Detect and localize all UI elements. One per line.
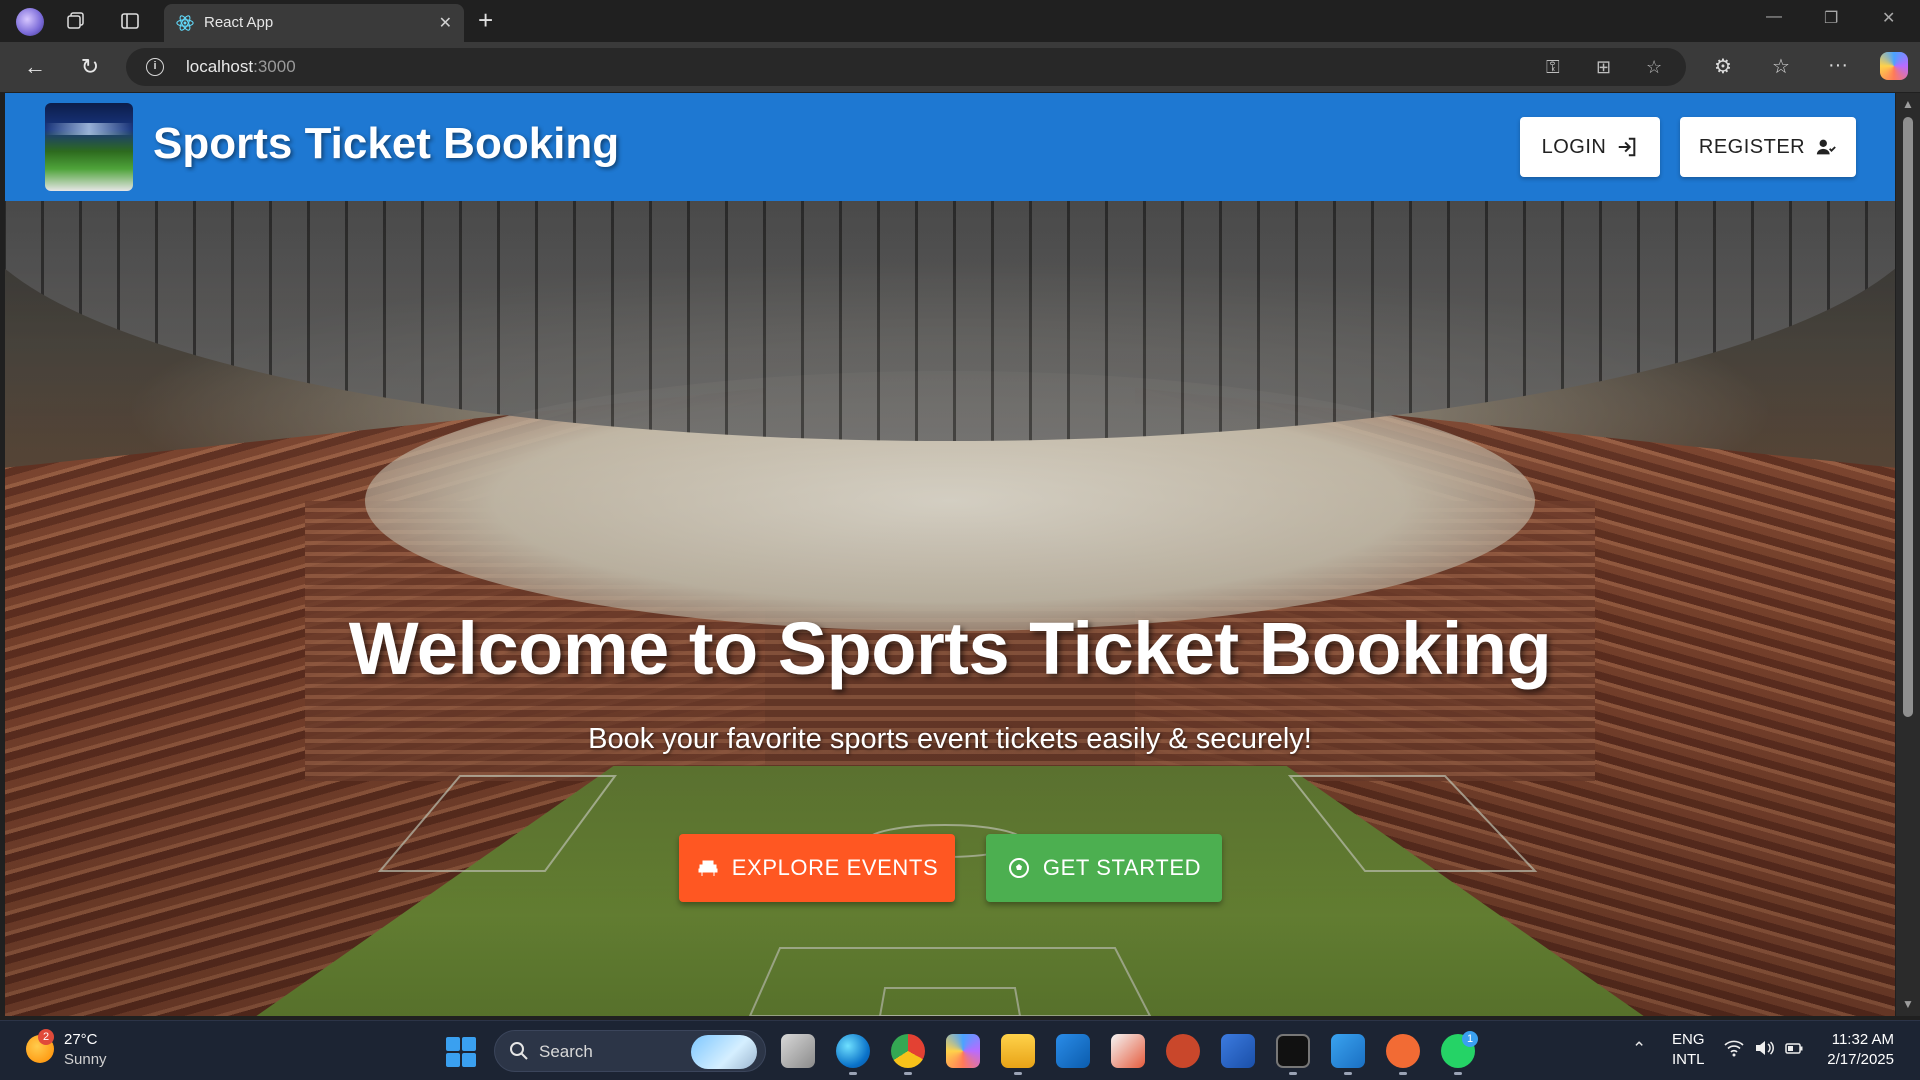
windows-start-icon[interactable] (446, 1037, 476, 1067)
login-button[interactable]: LOGIN (1520, 117, 1660, 177)
search-label: Search (539, 1042, 593, 1061)
volume-icon[interactable] (1754, 1039, 1774, 1062)
workspaces-icon[interactable] (64, 9, 88, 33)
brand-title: Sports Ticket Booking (153, 119, 620, 168)
window-close-icon[interactable]: ✕ (1882, 8, 1895, 28)
back-icon[interactable]: ← (22, 54, 48, 80)
explore-events-button[interactable]: EXPLORE EVENTS (679, 834, 955, 902)
search-highlight-image (691, 1035, 757, 1069)
scroll-down-icon[interactable]: ▼ (1902, 997, 1914, 1011)
taskbar-search[interactable]: Search (494, 1030, 766, 1072)
vscode-running-indicator (1344, 1072, 1352, 1075)
hero-title: Welcome to Sports Ticket Booking (348, 607, 1552, 690)
url-field[interactable]: i localhost:3000 ⚿ ⊞ ☆ (126, 48, 1686, 86)
register-button[interactable]: REGISTER (1680, 117, 1856, 177)
new-tab-icon[interactable]: + (478, 6, 493, 34)
login-icon (1619, 137, 1636, 157)
clock-time[interactable]: 11:32 AM (1832, 1031, 1894, 1048)
hero-section: Welcome to Sports Ticket Booking Book yo… (5, 201, 1895, 1016)
url-text: localhost:3000 (186, 57, 296, 76)
weather-temperature[interactable]: 27°C (64, 1031, 98, 1048)
site-info-icon[interactable]: i (146, 58, 164, 76)
close-tab-icon[interactable]: ✕ (439, 13, 452, 33)
browser-tab-bar: React App ✕ + — ❐ ✕ (0, 0, 1920, 42)
password-key-icon[interactable]: ⚿ (1546, 57, 1560, 78)
edge-icon[interactable] (836, 1034, 870, 1068)
wifi-icon[interactable] (1724, 1039, 1744, 1062)
terminal-running-indicator (1289, 1072, 1297, 1075)
weather-condition[interactable]: Sunny (64, 1051, 107, 1068)
file-explorer-icon[interactable] (1001, 1034, 1035, 1068)
postman-running-indicator (1399, 1072, 1407, 1075)
get-started-label: GET STARTED (1042, 855, 1202, 880)
terminal-icon[interactable] (1276, 1034, 1310, 1068)
keyboard-layout-label[interactable]: INTL (1672, 1051, 1705, 1068)
get-started-button[interactable]: GET STARTED (986, 834, 1222, 902)
word-icon[interactable] (1221, 1034, 1255, 1068)
profile-avatar-icon[interactable] (16, 8, 44, 36)
favorites-icon[interactable]: ☆ (1772, 54, 1790, 79)
favorite-star-icon[interactable]: ☆ (1646, 57, 1662, 78)
tab-title: React App (204, 14, 274, 31)
app-available-icon[interactable]: ⊞ (1596, 57, 1611, 78)
chevron-up-icon[interactable]: ⌃ (1632, 1039, 1646, 1059)
postman-icon[interactable] (1386, 1034, 1420, 1068)
chrome-icon[interactable] (891, 1034, 925, 1068)
weather-badge: 2 (38, 1029, 54, 1045)
person-add-icon (1816, 139, 1836, 155)
address-bar: ← ↻ i localhost:3000 ⚿ ⊞ ☆ ⚙ ☆ ··· (0, 42, 1920, 92)
copilot-icon[interactable] (1880, 52, 1908, 80)
minimize-icon[interactable]: — (1766, 8, 1782, 26)
refresh-icon[interactable]: ↻ (77, 54, 103, 80)
extensions-icon[interactable]: ⚙ (1714, 54, 1732, 79)
soccer-ball-icon (1008, 858, 1029, 878)
vertical-tabs-icon[interactable] (118, 9, 142, 33)
copilot-app-icon[interactable] (946, 1034, 980, 1068)
whatsapp-badge: 1 (1462, 1031, 1478, 1047)
whatsapp-running-indicator (1454, 1072, 1462, 1075)
chrome-running-indicator (904, 1072, 912, 1075)
react-icon (176, 14, 194, 32)
windows-taskbar: 2 27°C Sunny Search 1 ⌃ ENG INTL 11:32 A… (0, 1020, 1920, 1080)
app-header: Sports Ticket Booking LOGIN REGISTER (5, 93, 1895, 201)
vscode-icon[interactable] (1331, 1034, 1365, 1068)
more-menu-icon[interactable]: ··· (1828, 54, 1848, 77)
page-scrollbar[interactable]: ▲ ▼ (1896, 93, 1920, 1016)
login-label: LOGIN (1541, 135, 1607, 158)
powerpoint-icon[interactable] (1166, 1034, 1200, 1068)
stadium-seat-icon (698, 860, 718, 876)
task-view-icon[interactable] (781, 1034, 815, 1068)
clock-date[interactable]: 2/17/2025 (1827, 1051, 1894, 1068)
stadium-logo (45, 103, 133, 191)
search-icon (510, 1042, 528, 1060)
restore-icon[interactable]: ❐ (1824, 8, 1838, 28)
hero-subtitle: Book your favorite sports event tickets … (588, 723, 1312, 755)
explorer-running-indicator (1014, 1072, 1022, 1075)
scroll-up-icon[interactable]: ▲ (1902, 97, 1914, 111)
language-label[interactable]: ENG (1672, 1031, 1705, 1048)
battery-icon[interactable] (1784, 1039, 1804, 1062)
edge-running-indicator (849, 1072, 857, 1075)
paint-icon[interactable] (1111, 1034, 1145, 1068)
page-viewport: Sports Ticket Booking LOGIN REGISTER Wel… (5, 93, 1895, 1016)
scroll-thumb[interactable] (1903, 117, 1913, 717)
explore-events-label: EXPLORE EVENTS (731, 855, 939, 880)
tab-react-app[interactable]: React App ✕ (164, 4, 464, 42)
register-label: REGISTER (1698, 135, 1806, 158)
outlook-icon[interactable] (1056, 1034, 1090, 1068)
